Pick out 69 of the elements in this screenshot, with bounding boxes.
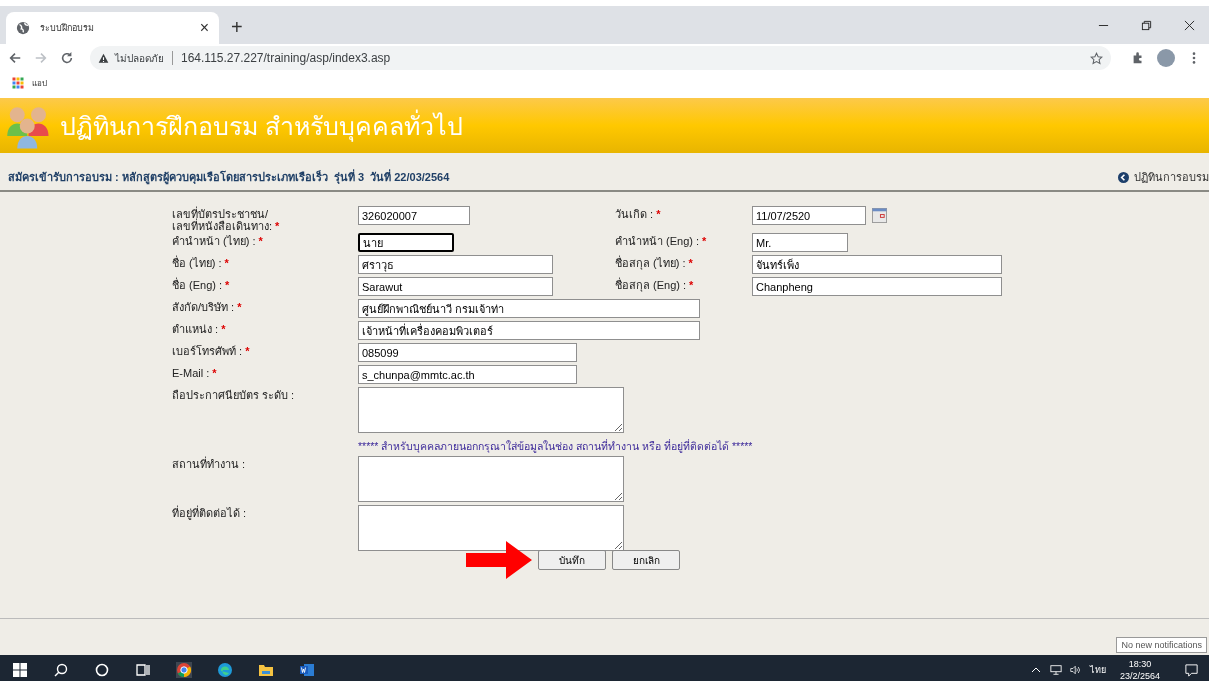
globe-icon — [16, 21, 30, 35]
header-title: ปฏิทินการฝึกอบรม สำหรับบุคคลทั่วไป — [60, 108, 463, 144]
search-icon[interactable] — [53, 662, 69, 678]
field-label: ตำแหน่ง : * — [172, 322, 227, 335]
windows-start-icon[interactable] — [12, 662, 28, 678]
field-label: เลขที่บัตรประชาชน/ เลขที่หนังสือเดินทาง: * — [172, 205, 281, 232]
field-label: เบอร์โทรศัพท์ : * — [172, 344, 251, 357]
restore-icon[interactable] — [1141, 19, 1152, 31]
chrome-icon[interactable] — [176, 662, 192, 678]
notice-text: ***** สำหรับบุคคลภายนอกกรุณาใส่ข้อมูลในช่อง สถานที่ทำงาน หรือ ที่อยู่ที่ติดต่อได้ ***** — [358, 438, 753, 455]
back-icon[interactable] — [8, 51, 22, 65]
field-label: คำนำหน้า (Eng) : * — [615, 234, 708, 247]
text-field[interactable]: Chanpheng — [752, 277, 1002, 296]
circle-icon[interactable] — [94, 662, 110, 678]
edge-icon[interactable] — [217, 662, 233, 678]
security-label: ไม่ปลอดภัย — [115, 51, 164, 66]
text-field[interactable]: ศราวุธ — [358, 255, 553, 274]
text-area[interactable] — [358, 505, 624, 551]
clock[interactable]: 18:30 23/2/2564 — [1119, 658, 1160, 681]
field-label: ชื่อสกุล (Eng) : * — [615, 276, 695, 291]
calendar-link[interactable]: ปฏิทินการอบรม — [1118, 168, 1209, 186]
form-button[interactable]: บันทึก — [538, 550, 606, 570]
text-field[interactable]: นาย — [358, 233, 454, 252]
tab-title: ระบบฝึกอบรม — [40, 22, 95, 35]
text-field[interactable]: 085099 — [358, 343, 577, 362]
text-field[interactable]: 11/07/2520 — [752, 206, 866, 225]
language-indicator[interactable]: ไทย — [1089, 663, 1106, 677]
field-label: ชื่อสกุล (ไทย) : * — [615, 254, 694, 269]
folder-icon[interactable] — [258, 662, 274, 678]
address-bar[interactable]: ไม่ปลอดภัย 164.115.27.227/training/asp/index3.asp — [90, 46, 1111, 70]
notification-tooltip: No new notifications — [1116, 637, 1207, 653]
speaker-icon[interactable] — [1069, 664, 1082, 676]
field-label: วันเกิด : * — [615, 207, 662, 220]
new-tab-button[interactable]: + — [231, 16, 243, 39]
text-field[interactable]: Mr. — [752, 233, 848, 252]
field-label: สังกัด/บริษัท : * — [172, 300, 243, 313]
field-label: E-Mail : * — [172, 366, 218, 379]
calendar-icon[interactable] — [872, 208, 887, 223]
close-tab-button[interactable]: × — [199, 19, 209, 37]
field-label: ถือประกาศนียบัตร ระดับ : — [172, 388, 296, 401]
star-icon[interactable] — [1090, 51, 1103, 65]
browser-tab[interactable]: ระบบฝึกอบรม × — [6, 12, 219, 44]
warning-icon — [98, 52, 109, 64]
close-icon[interactable] — [1184, 19, 1195, 31]
back-circle-icon — [1118, 171, 1129, 183]
form-button[interactable]: ยกเลิก — [612, 550, 680, 570]
task-view-icon[interactable] — [135, 662, 151, 678]
text-area[interactable] — [358, 387, 624, 433]
course-title: สมัครเข้ารับการอบรม : หลักสูตรผู้ควบคุมเรือโดยสารประเภทเรือเร็ว รุ่นที่ 3 วันที่ 22/03/2564 — [8, 168, 450, 186]
text-field[interactable]: 326020007 — [358, 206, 470, 225]
apps-grid-icon — [12, 77, 24, 89]
reload-icon[interactable] — [60, 51, 74, 65]
text-field[interactable]: เจ้าหน้าที่เครื่องคอมพิวเตอร์ — [358, 321, 700, 340]
puzzle-icon[interactable] — [1131, 51, 1145, 65]
field-label: ชื่อ (Eng) : * — [172, 276, 231, 291]
avatar[interactable] — [1157, 49, 1175, 67]
field-label: ที่อยู่ที่ติดต่อได้ : — [172, 504, 248, 519]
text-field[interactable]: s_chunpa@mmtc.ac.th — [358, 365, 577, 384]
field-label: ชื่อ (ไทย) : * — [172, 254, 230, 269]
text-field[interactable]: จันทร์เพ็ง — [752, 255, 1002, 274]
text-field[interactable]: ศูนย์ฝึกพาณิชย์นาวี กรมเจ้าท่า — [358, 299, 700, 318]
text-field[interactable]: Sarawut — [358, 277, 553, 296]
text-area[interactable] — [358, 456, 624, 502]
field-label: สถานที่ทำงาน : — [172, 455, 247, 470]
word-icon[interactable] — [299, 662, 315, 678]
url-text: 164.115.27.227/training/asp/index3.asp — [181, 51, 391, 65]
notification-icon[interactable] — [1184, 662, 1199, 678]
field-label: คำนำหน้า (ไทย) : * — [172, 234, 264, 247]
bookmark-apps[interactable]: แอป — [12, 76, 47, 90]
